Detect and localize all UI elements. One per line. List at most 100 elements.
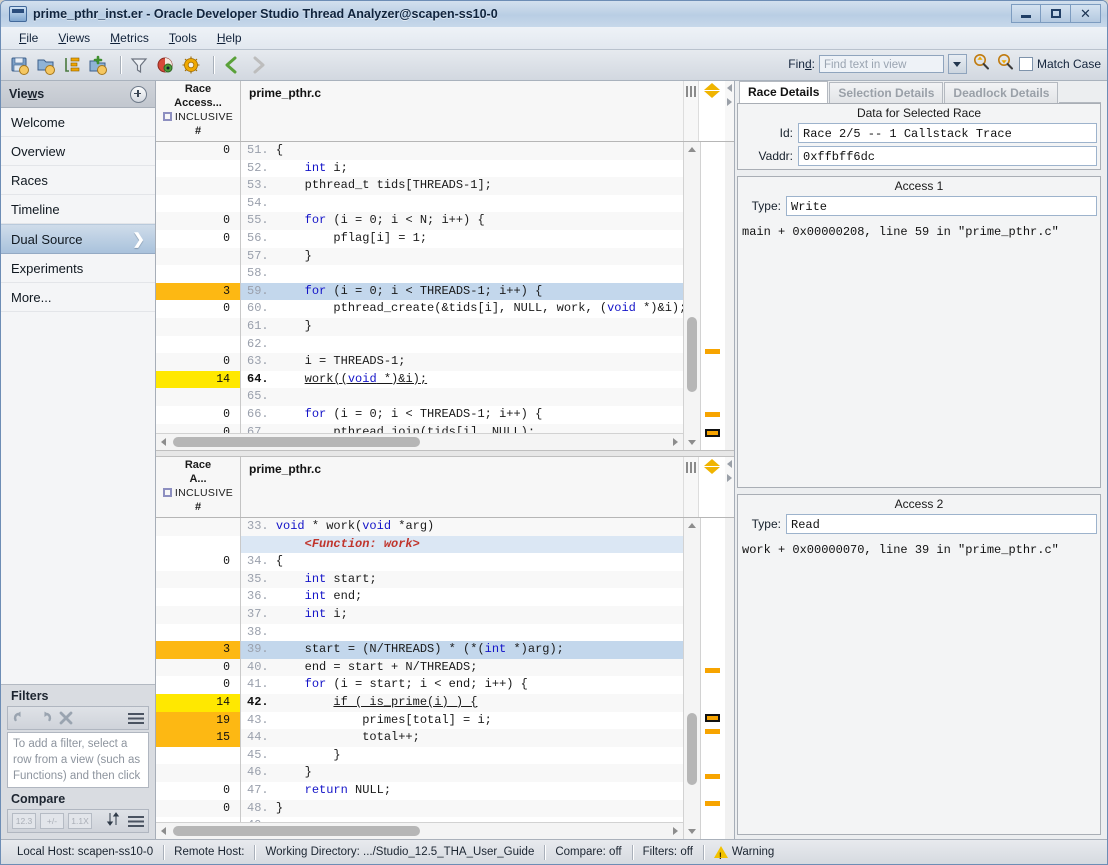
code-row[interactable]: 65. — [156, 388, 683, 406]
sidebar-item-experiments[interactable]: Experiments — [1, 254, 155, 283]
code-row[interactable]: 1442. if ( is_prime(i) ) { — [156, 694, 683, 712]
race-marker[interactable] — [705, 668, 720, 673]
collapse-left-icon[interactable] — [727, 460, 732, 468]
code-row[interactable]: 040. end = start + N/THREADS; — [156, 659, 683, 677]
column-grip-top[interactable] — [683, 81, 698, 141]
race-marker[interactable] — [705, 412, 720, 417]
maximize-button[interactable] — [1041, 4, 1071, 23]
find-next-icon[interactable] — [996, 53, 1014, 75]
sort-icon[interactable] — [106, 812, 120, 830]
settings-icon[interactable] — [180, 54, 202, 76]
open-experiment-icon[interactable] — [35, 54, 57, 76]
code-row[interactable]: 047. return NULL; — [156, 782, 683, 800]
compare-ratio-button[interactable]: 1.1X — [68, 813, 92, 829]
sidebar-item-timeline[interactable]: Timeline — [1, 195, 155, 224]
code-row[interactable]: 58. — [156, 265, 683, 283]
horizontal-scrollbar-top[interactable] — [156, 433, 683, 450]
menu-file[interactable]: File — [9, 29, 48, 47]
horizontal-scrollbar-bottom[interactable] — [156, 822, 683, 839]
access-1-callstack[interactable]: main + 0x00000208, line 59 in "prime_pth… — [738, 219, 1100, 239]
race-marker[interactable] — [705, 349, 720, 354]
tab-selection-details[interactable]: Selection Details — [829, 82, 943, 103]
find-previous-icon[interactable] — [972, 53, 990, 75]
race-overview-map-bottom[interactable] — [700, 518, 725, 839]
code-row[interactable]: 37. int i; — [156, 606, 683, 624]
code-rows-top[interactable]: 051. {52. int i;53. pthread_t tids[THREA… — [156, 142, 683, 433]
filter-icon[interactable] — [128, 54, 150, 76]
race-id-value[interactable]: Race 2/5 -- 1 Callstack Trace — [798, 123, 1097, 143]
code-row[interactable]: 61. } — [156, 318, 683, 336]
vertical-scrollbar-bottom[interactable] — [683, 518, 700, 839]
search-input[interactable]: Find text in view — [819, 55, 944, 73]
hscroll-thumb[interactable] — [173, 826, 420, 836]
sidebar-item-more[interactable]: More... — [1, 283, 155, 312]
status-warning[interactable]: Warning — [704, 844, 784, 860]
code-row[interactable]: 52. int i; — [156, 160, 683, 178]
menu-help[interactable]: Help — [207, 29, 252, 47]
minimize-button[interactable] — [1011, 4, 1041, 23]
code-row[interactable]: 38. — [156, 624, 683, 642]
scroll-right-icon[interactable] — [668, 435, 683, 450]
code-row[interactable]: 048. } — [156, 800, 683, 818]
scroll-left-icon[interactable] — [156, 824, 171, 839]
undo-icon[interactable] — [12, 709, 32, 727]
scroll-down-icon[interactable] — [685, 435, 700, 450]
collapse-right-icon[interactable] — [727, 474, 732, 482]
vertical-scrollbar-top[interactable] — [683, 142, 700, 450]
code-row[interactable]: 041. for (i = start; i < end; i++) { — [156, 676, 683, 694]
compare-experiments-icon[interactable] — [61, 54, 83, 76]
find-history-dropdown[interactable] — [948, 54, 967, 74]
match-case-checkbox[interactable] — [1019, 57, 1033, 71]
access-1-type-value[interactable]: Write — [786, 196, 1097, 216]
code-rows-bottom[interactable]: 33. void * work(void *arg) <Function: wo… — [156, 518, 683, 822]
close-button[interactable]: ✕ — [1071, 4, 1101, 23]
tab-deadlock-details[interactable]: Deadlock Details — [944, 82, 1058, 103]
race-vaddr-value[interactable]: 0xffbff6dc — [798, 146, 1097, 166]
code-row[interactable]: 063. i = THREADS-1; — [156, 353, 683, 371]
code-row[interactable]: 1943. primes[total] = i; — [156, 712, 683, 730]
code-row[interactable]: 055. for (i = 0; i < N; i++) { — [156, 212, 683, 230]
race-marker[interactable] — [705, 774, 720, 779]
race-marker[interactable] — [705, 429, 720, 437]
code-row[interactable]: 060. pthread_create(&tids[i], NULL, work… — [156, 300, 683, 318]
clear-icon[interactable] — [56, 709, 76, 727]
sidebar-item-races[interactable]: Races — [1, 166, 155, 195]
tab-race-details[interactable]: Race Details — [739, 81, 828, 103]
sidebar-item-welcome[interactable]: Welcome — [1, 108, 155, 137]
scroll-up-icon[interactable] — [685, 518, 700, 533]
next-race-icon[interactable] — [704, 91, 720, 98]
back-arrow-icon[interactable] — [221, 54, 243, 76]
metrics-icon[interactable] — [154, 54, 176, 76]
compare-menu-icon[interactable] — [128, 816, 144, 827]
sidebar-item-overview[interactable]: Overview — [1, 137, 155, 166]
add-experiment-icon[interactable] — [87, 54, 109, 76]
code-row[interactable]: 46. } — [156, 764, 683, 782]
access-2-type-value[interactable]: Read — [786, 514, 1097, 534]
next-race-icon[interactable] — [704, 467, 720, 474]
scroll-left-icon[interactable] — [156, 435, 171, 450]
code-row[interactable]: 54. — [156, 195, 683, 213]
column-grip-bottom[interactable] — [683, 457, 698, 517]
code-row[interactable]: 57. } — [156, 248, 683, 266]
race-marker[interactable] — [705, 714, 720, 722]
code-row[interactable]: 62. — [156, 336, 683, 354]
scroll-right-icon[interactable] — [668, 824, 683, 839]
code-row[interactable]: 339. start = (N/THREADS) * (*(int *)arg)… — [156, 641, 683, 659]
previous-race-icon[interactable] — [704, 459, 720, 466]
code-row[interactable]: 056. pflag[i] = 1; — [156, 230, 683, 248]
code-row[interactable]: 1544. total++; — [156, 729, 683, 747]
previous-race-icon[interactable] — [704, 83, 720, 90]
code-row[interactable]: 33. void * work(void *arg) — [156, 518, 683, 536]
compare-delta-button[interactable]: +/- — [40, 813, 64, 829]
code-row[interactable]: 067. pthread_join(tids[i], NULL); — [156, 424, 683, 434]
metric-column-header[interactable]: Race A... INCLUSIVE # — [156, 457, 241, 517]
save-icon[interactable] — [9, 54, 31, 76]
menu-tools[interactable]: Tools — [159, 29, 207, 47]
metric-column-header[interactable]: Race Access... INCLUSIVE # — [156, 81, 241, 141]
add-view-icon[interactable] — [130, 86, 147, 103]
code-row[interactable]: 034. { — [156, 553, 683, 571]
code-row[interactable]: <Function: work> — [156, 536, 683, 554]
collapse-right-icon[interactable] — [727, 98, 732, 106]
hscroll-thumb[interactable] — [173, 437, 420, 447]
filters-menu-icon[interactable] — [128, 713, 144, 724]
